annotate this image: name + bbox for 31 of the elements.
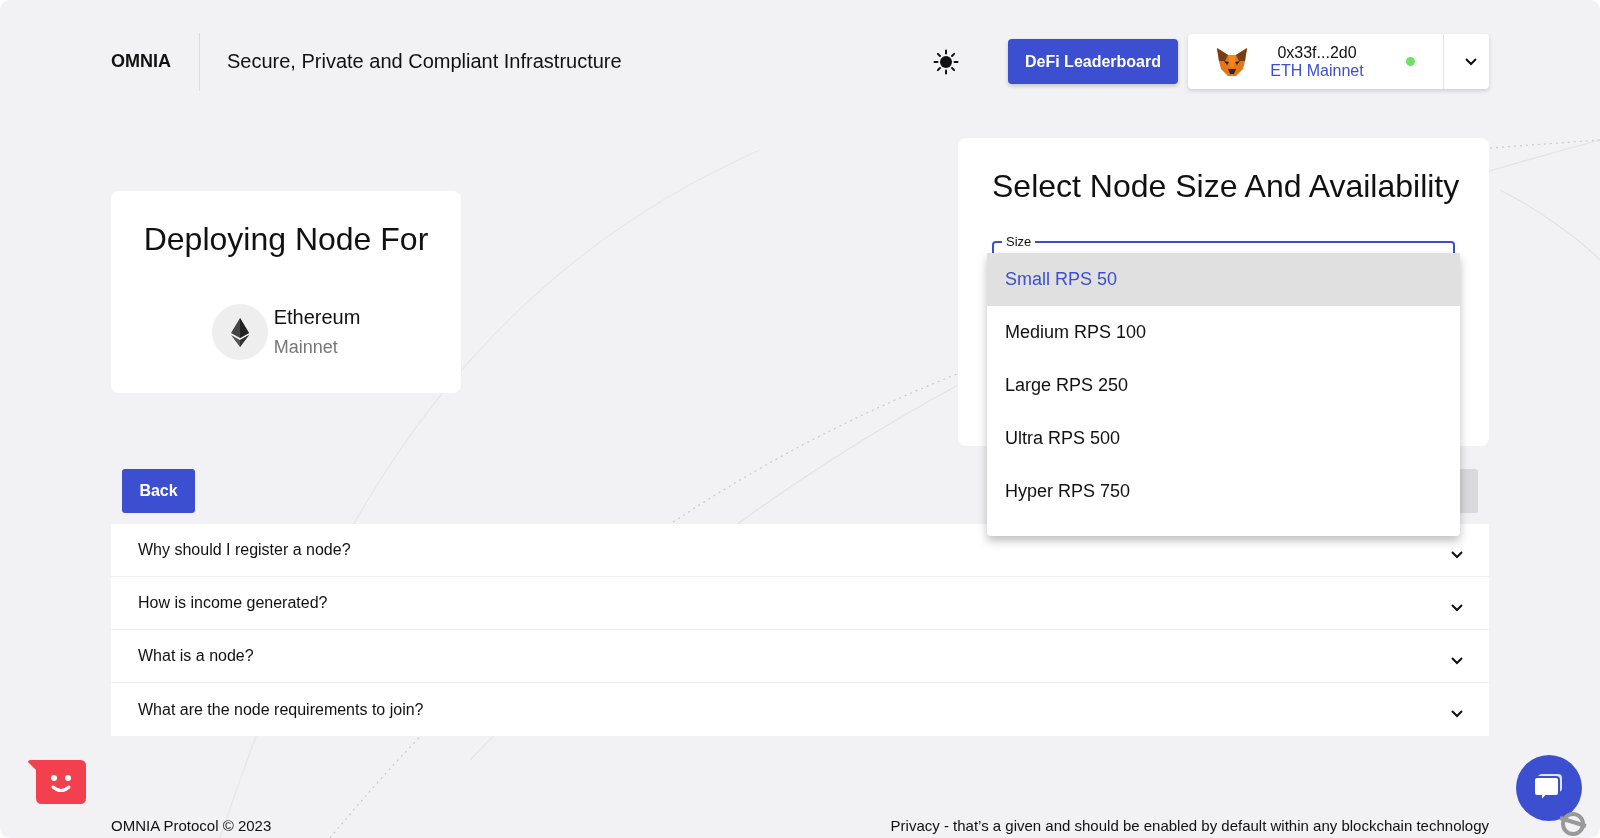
menu-option[interactable]: Large RPS 250 bbox=[987, 359, 1460, 412]
network-name: ETH Mainnet bbox=[1270, 61, 1364, 80]
chevron-down-icon[interactable] bbox=[1450, 602, 1464, 612]
chevron-down-icon[interactable] bbox=[1464, 57, 1478, 66]
chat-icon[interactable] bbox=[1516, 755, 1582, 821]
sun-icon[interactable] bbox=[933, 48, 959, 75]
leaderboard-button[interactable]: DeFi Leaderboard bbox=[1008, 39, 1178, 84]
faq-item[interactable]: How is income generated? bbox=[111, 577, 1489, 630]
menu-option[interactable]: Medium RPS 100 bbox=[987, 306, 1460, 359]
chevron-down-icon[interactable] bbox=[1450, 549, 1464, 559]
faq-item[interactable]: What are the node requirements to join? bbox=[111, 683, 1489, 736]
back-button[interactable]: Back bbox=[122, 469, 195, 513]
menu-option[interactable]: Small RPS 50 bbox=[987, 253, 1460, 306]
tagline: Secure, Private and Compliant Infrastructure bbox=[227, 50, 622, 73]
logo[interactable]: OMNIA bbox=[111, 51, 171, 72]
footer-note: Privacy - that’s a given and should be enabled by default within any blockchain technology bbox=[890, 817, 1489, 834]
chevron-down-icon[interactable] bbox=[1450, 709, 1464, 718]
wallet-card[interactable]: 0x33f...2d0 ETH Mainnet bbox=[1188, 34, 1489, 89]
chevron-down-icon[interactable] bbox=[1450, 655, 1464, 665]
menu-option[interactable]: Ultra RPS 500 bbox=[987, 412, 1460, 465]
copyright-text: OMNIA Protocol © 2023 bbox=[111, 817, 272, 834]
faq-item[interactable]: What is a node? bbox=[111, 630, 1489, 683]
card-title: Deploying Node For bbox=[143, 221, 429, 258]
ethereum-icon bbox=[211, 304, 268, 360]
menu-option[interactable]: Hyper RPS 750 bbox=[987, 465, 1460, 518]
faq-item[interactable]: Why should I register a node? bbox=[111, 524, 1489, 577]
chat-bot-icon[interactable] bbox=[28, 760, 86, 804]
wallet-address: 0x33f...2d0 bbox=[1277, 43, 1357, 62]
network-name: Mainnet bbox=[273, 337, 339, 358]
fox-icon bbox=[1216, 46, 1248, 77]
chain-name: Ethereum bbox=[273, 306, 361, 329]
